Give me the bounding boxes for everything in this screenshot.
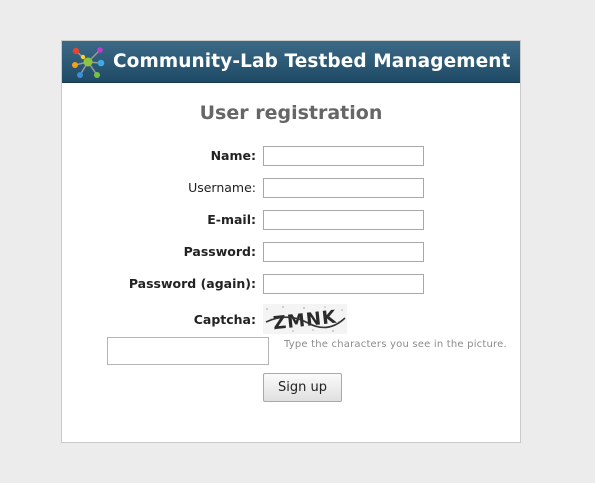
email-label: E-mail: — [207, 212, 256, 227]
password-again-field[interactable] — [263, 274, 424, 294]
username-label: Username: — [188, 180, 256, 195]
site-title: Community-Lab Testbed Management — [113, 51, 511, 72]
site-header: Community-Lab Testbed Management — [62, 41, 520, 83]
captcha-image: ZMNK — [263, 304, 347, 334]
captcha-field[interactable] — [107, 337, 269, 365]
password-field[interactable] — [263, 242, 424, 262]
password-label: Password: — [183, 244, 256, 259]
name-label: Name: — [210, 148, 256, 163]
page-title: User registration — [199, 102, 383, 124]
captcha-label: Captcha: — [193, 312, 256, 327]
network-nodes-logo-icon — [72, 47, 105, 78]
captcha-help-text: Type the characters you see in the pictu… — [284, 339, 507, 350]
password-again-label: Password (again): — [128, 276, 256, 291]
registration-panel: Community-Lab Testbed Management User re… — [61, 40, 521, 443]
email-field[interactable] — [263, 210, 424, 230]
username-field[interactable] — [263, 178, 424, 198]
name-field[interactable] — [263, 146, 424, 166]
sign-up-button[interactable]: Sign up — [263, 373, 342, 402]
